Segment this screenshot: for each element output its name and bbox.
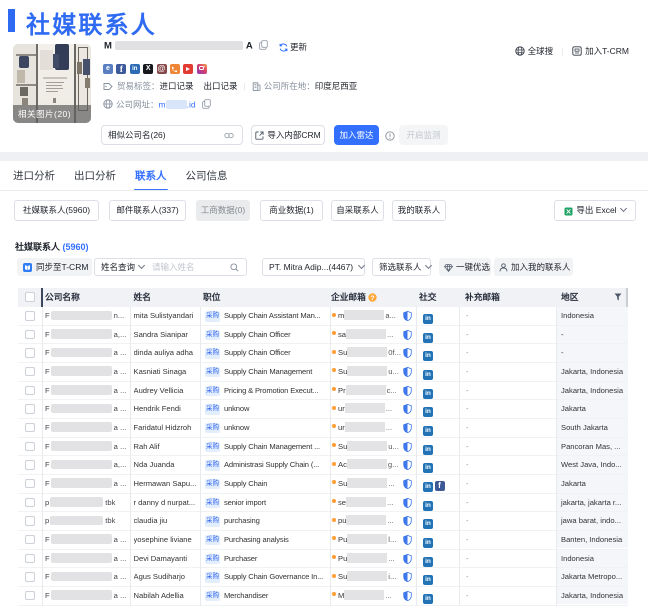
svg-text:?: ? xyxy=(371,294,375,301)
